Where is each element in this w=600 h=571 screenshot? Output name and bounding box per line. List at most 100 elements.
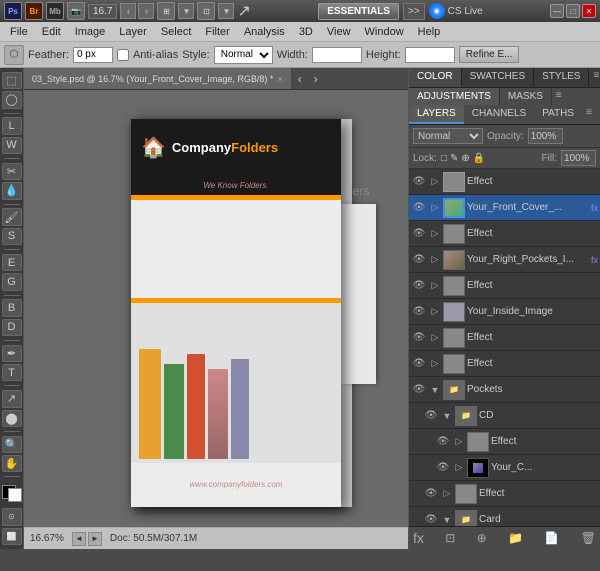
layer-item[interactable]: 👁 ▷ Your_Front_Cover_... fx <box>409 195 600 221</box>
tool-screen-mode[interactable]: ⬜ <box>2 528 22 545</box>
layer-item[interactable]: 👁 ▷ Your_C... <box>409 455 600 481</box>
layer-item[interactable]: 👁 ▷ Effect <box>409 169 600 195</box>
layer-visibility-icon[interactable]: 👁 <box>411 304 427 320</box>
panel-collapse-adj[interactable]: ≡ <box>552 88 566 105</box>
tool-mask-mode[interactable]: ⊙ <box>2 508 22 525</box>
layer-item[interactable]: 👁 ▷ Effect <box>409 481 600 507</box>
layer-expand-icon[interactable]: ▼ <box>441 514 453 526</box>
layer-expand-icon[interactable]: ▷ <box>429 306 441 318</box>
maximize-button[interactable]: □ <box>566 4 580 18</box>
document-close[interactable]: × <box>277 74 282 84</box>
tool-pen[interactable]: ✒ <box>2 345 22 362</box>
layer-expand-icon[interactable]: ▷ <box>429 332 441 344</box>
layer-expand-icon[interactable]: ▷ <box>429 280 441 292</box>
layer-expand-icon[interactable]: ▷ <box>429 176 441 188</box>
layer-visibility-icon[interactable]: 👁 <box>435 434 451 450</box>
add-adjustment-button[interactable]: ⊕ <box>477 531 487 545</box>
tab-swatches[interactable]: SWATCHES <box>462 68 535 87</box>
layer-visibility-icon[interactable]: 👁 <box>411 278 427 294</box>
tool-path[interactable]: ↗ <box>2 390 22 407</box>
essentials-button[interactable]: ESSENTIALS <box>318 3 399 20</box>
tool-blur[interactable]: B <box>2 299 22 316</box>
layer-expand-icon[interactable]: ▷ <box>429 228 441 240</box>
layer-expand-icon[interactable]: ▷ <box>453 436 465 448</box>
tab-layers[interactable]: LAYERS <box>409 105 464 124</box>
tools2-dropdown[interactable]: ▾ <box>218 3 234 19</box>
fill-input[interactable] <box>561 150 596 166</box>
height-input[interactable] <box>405 47 455 63</box>
lock-all-icon[interactable]: 🔒 <box>473 153 485 164</box>
layer-visibility-icon[interactable]: 👁 <box>423 408 439 424</box>
layer-visibility-icon[interactable]: 👁 <box>411 356 427 372</box>
menu-file[interactable]: File <box>4 24 34 40</box>
menu-edit[interactable]: Edit <box>36 24 67 40</box>
layer-expand-icon[interactable]: ▷ <box>429 254 441 266</box>
layer-item[interactable]: 👁 ▷ Effect <box>409 351 600 377</box>
tool-gradient[interactable]: G <box>2 273 22 290</box>
menu-analysis[interactable]: Analysis <box>238 24 291 40</box>
canvas-content[interactable]: 🏠 CompanyFolders We Know Folders. <box>24 90 408 527</box>
arrange-dropdown[interactable]: ▾ <box>178 3 194 19</box>
layer-visibility-icon[interactable]: 👁 <box>411 252 427 268</box>
document-tab[interactable]: 03_Style.psd @ 16.7% (Your_Front_Cover_I… <box>24 68 292 89</box>
tool-lasso[interactable]: L <box>2 117 22 134</box>
zoom-nav-left[interactable]: ‹ <box>120 3 136 19</box>
tab-styles[interactable]: STYLES <box>534 68 589 87</box>
layer-item[interactable]: 👁 ▼ 📁 Card <box>409 507 600 526</box>
menu-layer[interactable]: Layer <box>113 24 153 40</box>
minimize-button[interactable]: — <box>550 4 564 18</box>
layer-item[interactable]: 👁 ▷ Effect <box>409 429 600 455</box>
menu-window[interactable]: Window <box>359 24 410 40</box>
background-color[interactable] <box>8 488 22 502</box>
menu-filter[interactable]: Filter <box>199 24 235 40</box>
layer-item[interactable]: 👁 ▷ Effect <box>409 325 600 351</box>
tool-shape[interactable]: ⬤ <box>2 410 22 427</box>
layer-visibility-icon[interactable]: 👁 <box>411 226 427 242</box>
layer-visibility-icon[interactable]: 👁 <box>423 512 439 527</box>
tools2-icon[interactable]: ⊡ <box>197 2 215 20</box>
opacity-input[interactable] <box>528 128 563 144</box>
tool-eyedropper[interactable]: 💧 <box>2 182 22 199</box>
layer-visibility-icon[interactable]: 👁 <box>411 200 427 216</box>
layer-visibility-icon[interactable]: 👁 <box>435 460 451 476</box>
tool-brush[interactable]: 🖌 <box>2 208 22 225</box>
layer-item[interactable]: 👁 ▼ 📁 CD <box>409 403 600 429</box>
menu-help[interactable]: Help <box>412 24 447 40</box>
blend-mode-select[interactable]: Normal <box>413 128 483 144</box>
close-button[interactable]: ✕ <box>582 4 596 18</box>
new-layer-button[interactable]: 📄 <box>544 531 559 545</box>
lock-position-icon[interactable]: ⊕ <box>461 153 469 164</box>
tab-color[interactable]: COLOR <box>409 68 462 87</box>
tool-type[interactable]: T <box>2 364 22 381</box>
layer-expand-icon[interactable]: ▷ <box>429 202 441 214</box>
tool-wand[interactable]: W <box>2 137 22 154</box>
tab-nav-left[interactable]: ‹ <box>292 70 308 88</box>
menu-view[interactable]: View <box>321 24 357 40</box>
lock-paint-icon[interactable]: ✎ <box>450 153 458 164</box>
refine-button[interactable]: Refine E... <box>459 46 520 63</box>
style-select[interactable]: Normal <box>214 46 273 64</box>
layer-item[interactable]: 👁 ▷ Effect <box>409 221 600 247</box>
menu-3d[interactable]: 3D <box>293 24 319 40</box>
layer-visibility-icon[interactable]: 👁 <box>411 330 427 346</box>
tab-paths[interactable]: PATHS <box>534 105 582 124</box>
zoom-nav-right[interactable]: › <box>138 3 154 19</box>
tab-masks[interactable]: MASKS <box>500 88 552 105</box>
layer-visibility-icon[interactable]: 👁 <box>411 382 427 398</box>
color-swatches[interactable] <box>2 485 22 502</box>
layer-expand-icon[interactable]: ▼ <box>429 384 441 396</box>
tool-zoom[interactable]: 🔍 <box>2 436 22 453</box>
tool-dodge[interactable]: D <box>2 319 22 336</box>
new-group-button[interactable]: 📁 <box>508 531 523 545</box>
panel-collapse-layers[interactable]: ≡ <box>582 105 596 124</box>
tool-crop[interactable]: ✂ <box>2 163 22 180</box>
extend-button[interactable]: >> <box>403 3 425 20</box>
layer-item[interactable]: 👁 ▼ 📁 Pockets <box>409 377 600 403</box>
layer-visibility-icon[interactable]: 👁 <box>423 486 439 502</box>
tab-channels[interactable]: CHANNELS <box>464 105 534 124</box>
tool-eraser[interactable]: E <box>2 254 22 271</box>
panel-collapse-color[interactable]: ≡ <box>589 68 600 87</box>
tool-hand[interactable]: ✋ <box>2 455 22 472</box>
layer-visibility-icon[interactable]: 👁 <box>411 174 427 190</box>
feather-input[interactable] <box>73 47 113 63</box>
